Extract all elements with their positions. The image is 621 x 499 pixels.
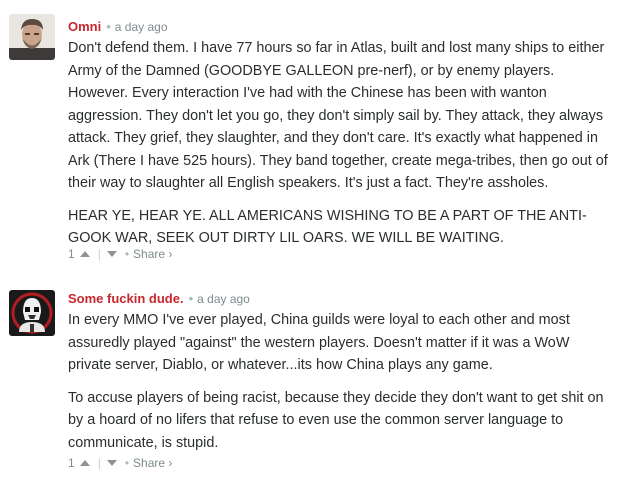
author-name[interactable]: Some fuckin dude. xyxy=(68,291,184,306)
timestamp[interactable]: a day ago xyxy=(197,292,250,306)
comment-paragraph: Don't defend them. I have 77 hours so fa… xyxy=(68,40,608,191)
footer-bullet: • xyxy=(124,247,130,261)
upvote-icon[interactable] xyxy=(79,460,90,466)
author-name[interactable]: Omni xyxy=(68,19,101,34)
comment-footer: 1 | • Share › xyxy=(68,455,172,471)
upvote-icon[interactable] xyxy=(79,251,90,257)
avatar[interactable] xyxy=(9,290,55,336)
vote-count: 1 xyxy=(68,456,75,470)
vote-count: 1 xyxy=(68,247,75,261)
comment-body: Don't defend them. I have 77 hours so fa… xyxy=(68,37,613,260)
vote-divider: | xyxy=(97,247,101,261)
user-photo-icon xyxy=(9,14,55,60)
footer-bullet: • xyxy=(124,456,130,470)
stormtrooper-avatar-icon xyxy=(9,290,55,336)
comment-header: Some fuckin dude. • a day ago xyxy=(68,291,250,307)
downvote-icon[interactable] xyxy=(106,251,117,257)
share-button[interactable]: Share › xyxy=(133,456,172,470)
avatar[interactable] xyxy=(9,14,55,60)
timestamp[interactable]: a day ago xyxy=(115,20,168,34)
comment-footer: 1 | • Share › xyxy=(68,246,172,262)
comment-paragraph: HEAR YE, HEAR YE. ALL AMERICANS WISHING … xyxy=(68,207,587,247)
share-button[interactable]: Share › xyxy=(133,247,172,261)
header-separator: • xyxy=(188,291,194,306)
vote-divider: | xyxy=(97,456,101,470)
comment-header: Omni • a day ago xyxy=(68,19,168,35)
comment-paragraph: To accuse players of being racist, becau… xyxy=(68,389,604,451)
header-separator: • xyxy=(106,19,111,34)
downvote-icon[interactable] xyxy=(106,460,117,466)
comment-body: In every MMO I've ever played, China gui… xyxy=(68,309,613,464)
comment-paragraph: In every MMO I've ever played, China gui… xyxy=(68,312,570,373)
